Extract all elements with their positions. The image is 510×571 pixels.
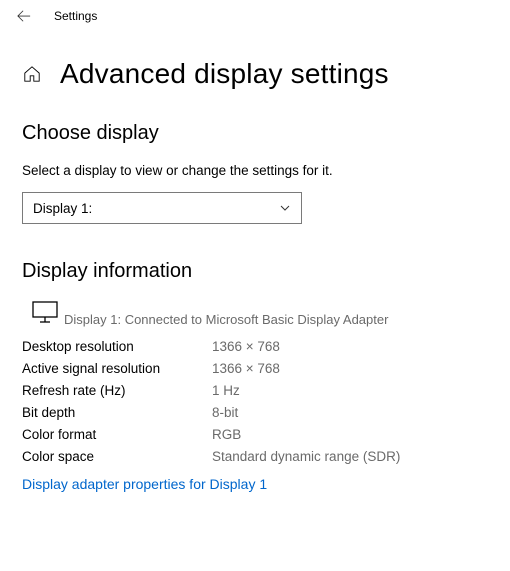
choose-display-heading: Choose display xyxy=(22,122,488,145)
table-value: 8-bit xyxy=(212,405,488,420)
table-label: Color format xyxy=(22,427,212,442)
table-value: Standard dynamic range (SDR) xyxy=(212,449,488,464)
content-area: Advanced display settings Choose display… xyxy=(0,32,510,494)
table-value: 1366 × 768 xyxy=(212,339,488,354)
back-button[interactable] xyxy=(8,0,40,32)
table-value: RGB xyxy=(212,427,488,442)
page-header: Advanced display settings xyxy=(22,58,488,90)
arrow-left-icon xyxy=(17,9,31,23)
table-value: 1 Hz xyxy=(212,383,488,398)
monitor-icon xyxy=(32,301,58,323)
table-label: Desktop resolution xyxy=(22,339,212,354)
choose-display-subtitle: Select a display to view or change the s… xyxy=(22,163,488,178)
home-button[interactable] xyxy=(22,64,42,84)
table-label: Refresh rate (Hz) xyxy=(22,383,212,398)
display-adapter-properties-link[interactable]: Display adapter properties for Display 1 xyxy=(22,476,267,492)
table-label: Bit depth xyxy=(22,405,212,420)
table-label: Active signal resolution xyxy=(22,361,212,376)
page-title: Advanced display settings xyxy=(60,58,389,90)
home-icon xyxy=(23,65,41,83)
table-label: Color space xyxy=(22,449,212,464)
titlebar: Settings xyxy=(0,0,510,32)
display-info-table: Desktop resolution 1366 × 768 Active sig… xyxy=(22,339,488,464)
chevron-down-icon xyxy=(279,202,291,214)
connected-display-text: Display 1: Connected to Microsoft Basic … xyxy=(64,312,488,327)
window-title: Settings xyxy=(54,9,97,23)
display-information-heading: Display information xyxy=(22,260,488,283)
table-value: 1366 × 768 xyxy=(212,361,488,376)
display-select-dropdown[interactable]: Display 1: xyxy=(22,192,302,224)
display-select-value: Display 1: xyxy=(33,201,92,216)
